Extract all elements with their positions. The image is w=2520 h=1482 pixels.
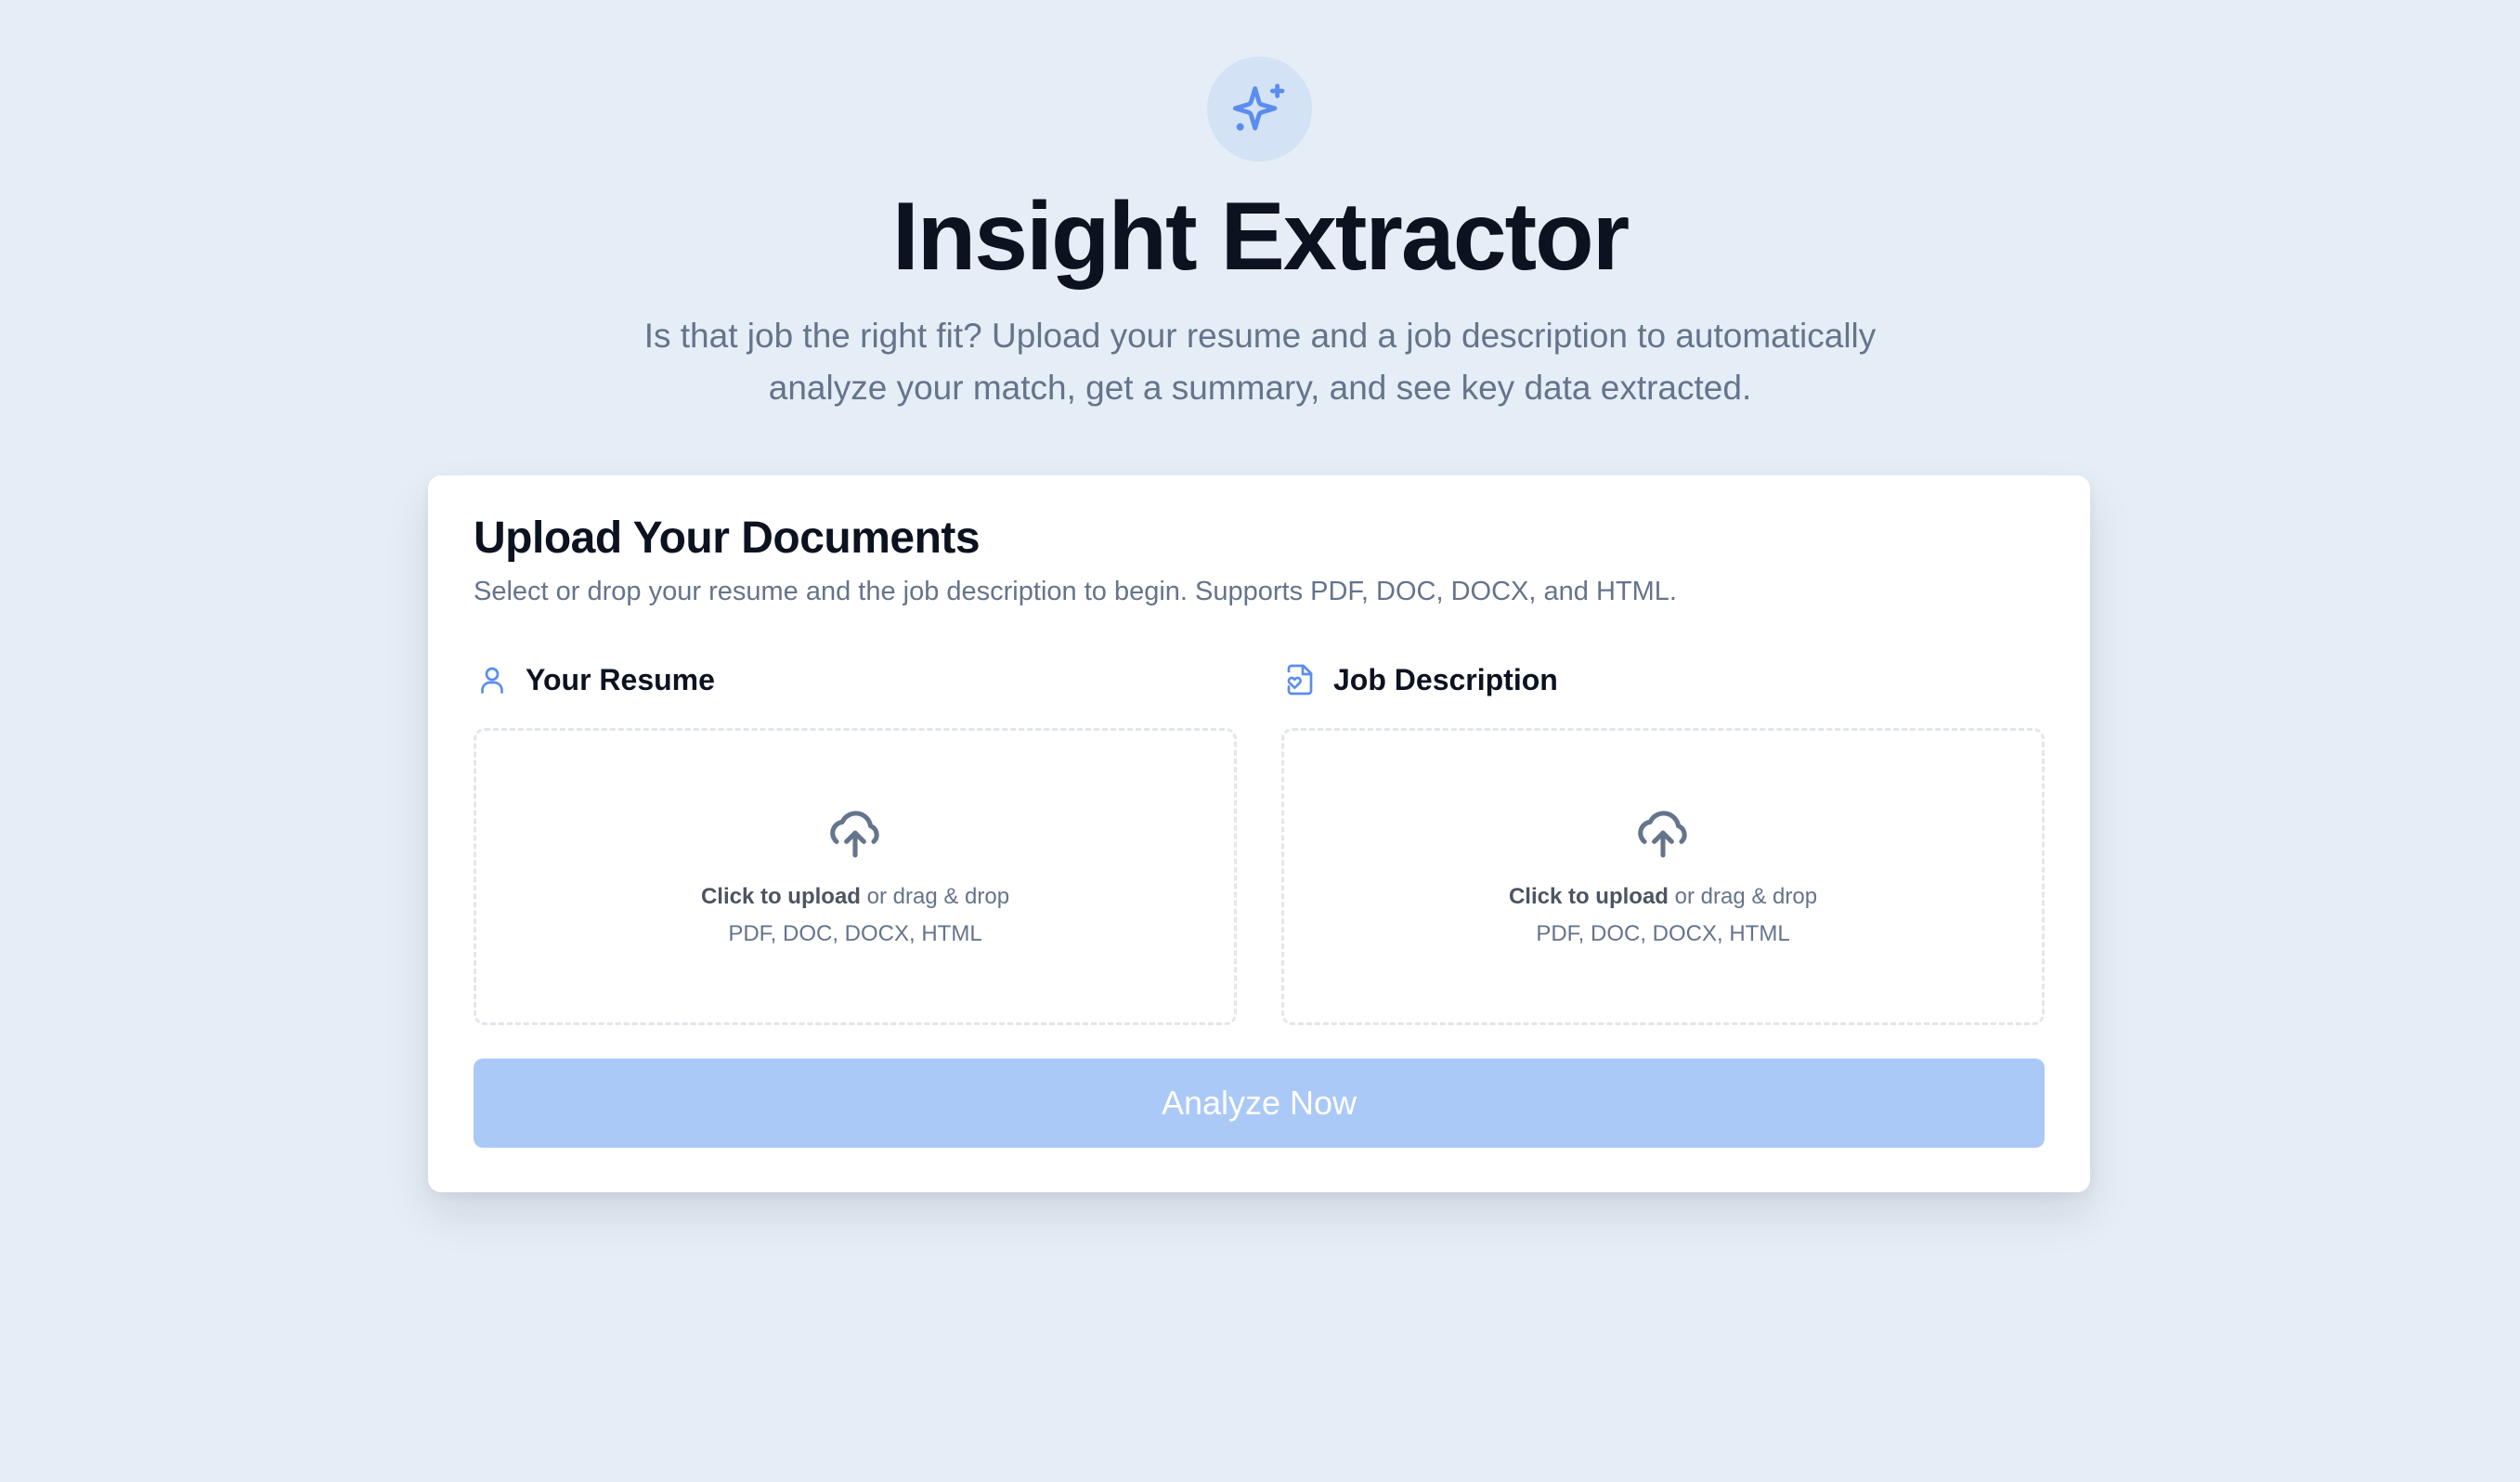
job-supported-formats: PDF, DOC, DOCX, HTML	[1536, 920, 1790, 946]
resume-click-to-upload: Click to upload	[700, 883, 861, 909]
resume-dropzone-instruction: Click to upload or drag & drop	[701, 880, 1009, 914]
job-label-text: Job Description	[1333, 662, 1558, 696]
cloud-upload-icon	[1633, 803, 1693, 867]
upload-card: Upload Your Documents Select or drop you…	[428, 475, 2090, 1192]
job-label: Job Description	[1281, 657, 2045, 702]
analyze-now-button[interactable]: Analyze Now	[474, 1059, 2045, 1148]
file-heart-icon	[1281, 661, 1318, 698]
resume-label: Your Resume	[474, 657, 1237, 702]
app-subtitle: Is that job the right fit? Upload your r…	[643, 317, 1877, 407]
card-description: Select or drop your resume and the job d…	[474, 577, 1677, 606]
app-page: Insight Extractor Is that job the right …	[0, 0, 2520, 1482]
cloud-upload-icon	[825, 803, 885, 867]
resume-upload-section: Your Resume Click to upload or drag & dr…	[474, 657, 1237, 1025]
job-upload-section: Job Description Click to upload or drag …	[1281, 657, 2045, 1025]
resume-drag-drop-text: or drag & drop	[860, 883, 1010, 909]
resume-label-text: Your Resume	[526, 662, 715, 696]
job-dropzone[interactable]: Click to upload or drag & drop PDF, DOC,…	[1281, 728, 2045, 1025]
app-title: Insight Extractor	[891, 183, 1630, 291]
user-icon	[474, 661, 511, 698]
resume-supported-formats: PDF, DOC, DOCX, HTML	[728, 920, 982, 946]
job-click-to-upload: Click to upload	[1508, 883, 1669, 909]
resume-dropzone[interactable]: Click to upload or drag & drop PDF, DOC,…	[474, 728, 1237, 1025]
card-title: Upload Your Documents	[474, 514, 981, 563]
job-dropzone-instruction: Click to upload or drag & drop	[1509, 880, 1817, 914]
job-drag-drop-text: or drag & drop	[1668, 883, 1818, 909]
sparkles-icon	[1207, 57, 1312, 162]
